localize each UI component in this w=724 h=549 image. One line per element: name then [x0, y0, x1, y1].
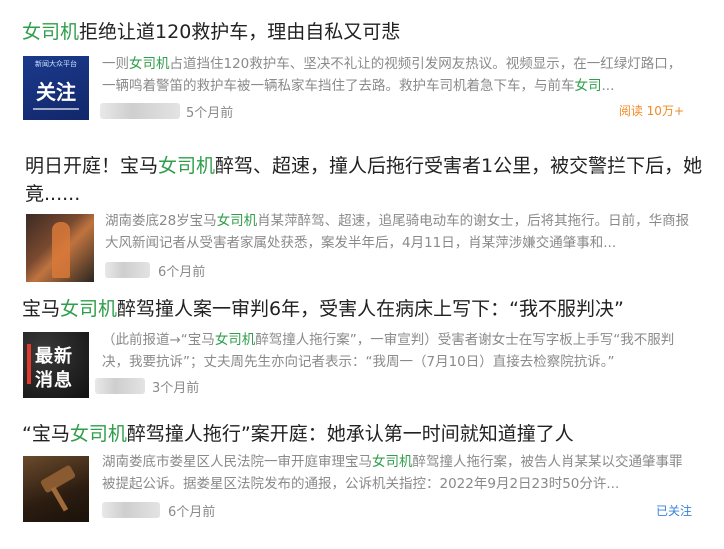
publish-time: 5个月前: [186, 106, 234, 121]
article-summary: （此前报道→“宝马女司机醉驾撞人拖行案”，一审宣判）受害者谢女士在写字板上手写“…: [102, 332, 675, 370]
article-title[interactable]: 明日开庭！宝马女司机醉驾、超速，撞人后拖行受害者1公里，被交警拦下后，她 竟..…: [25, 152, 705, 208]
article-thumbnail[interactable]: 最新 消息: [23, 332, 89, 398]
publish-time: 6个月前: [168, 505, 216, 520]
thumbnail-text: 最新: [35, 346, 73, 367]
gavel-handle: [50, 486, 69, 512]
read-count: 阅读 10万+: [618, 104, 684, 118]
person-figure: [52, 222, 70, 278]
publish-time: 6个月前: [158, 265, 206, 280]
article-card[interactable]: 女司机拒绝让道120救护车，理由自私又可悲 新闻大众平台 关注 一则女司机占道挡…: [0, 0, 724, 132]
followed-label[interactable]: 已关注: [656, 502, 692, 519]
article-summary: 湖南娄底市娄星区人民法院一审开庭审理宝马女司机醉驾撞人拖行案，被告人肖某某以交通…: [102, 454, 683, 492]
article-card[interactable]: “宝马女司机醉驾撞人拖行”案开庭：她承认第一时间就知道撞了人 湖南娄底市娄星区人…: [0, 418, 724, 549]
article-thumbnail[interactable]: [23, 456, 89, 522]
article-thumbnail[interactable]: 新闻大众平台 关注: [23, 56, 89, 120]
article-title[interactable]: 女司机拒绝让道120救护车，理由自私又可悲: [22, 18, 400, 46]
article-card[interactable]: 宝马女司机醉驾撞人案一审判6年，受害人在病床上写下：“我不服判决” 最新 消息 …: [0, 292, 724, 408]
thumbnail-underline: [33, 108, 79, 110]
article-summary: 一则女司机占道挡住120救护车、坚决不礼让的视频引发网友热议。视频显示，在一红绿…: [102, 56, 682, 94]
article-thumbnail[interactable]: [26, 214, 94, 282]
keyword-highlight: 女司机: [69, 423, 127, 445]
publish-time: 3个月前: [152, 381, 200, 396]
red-accent: [27, 344, 31, 384]
keyword-highlight: 女司机: [22, 21, 80, 43]
article-card[interactable]: 明日开庭！宝马女司机醉驾、超速，撞人后拖行受害者1公里，被交警拦下后，她 竟..…: [0, 142, 724, 292]
source-avatar-blurred: [102, 502, 160, 518]
keyword-highlight: 女司机: [60, 298, 118, 320]
thumbnail-text: 消息: [35, 370, 73, 391]
article-title[interactable]: “宝马女司机醉驾撞人拖行”案开庭：她承认第一时间就知道撞了人: [22, 420, 574, 448]
gavel-head: [39, 464, 77, 494]
article-title[interactable]: 宝马女司机醉驾撞人案一审判6年，受害人在病床上写下：“我不服判决”: [22, 295, 624, 323]
source-avatar-blurred: [105, 262, 150, 278]
article-summary: 湖南娄底28岁宝马女司机肖某萍醉驾、超速，追尾骑电动车的谢女士，后将其拖行。日前…: [105, 213, 690, 251]
keyword-highlight: 女司机: [158, 155, 216, 177]
thumbnail-caption: 新闻大众平台: [35, 60, 77, 68]
source-avatar-blurred: [95, 378, 145, 394]
thumbnail-text: 关注: [36, 80, 76, 104]
source-avatar-blurred: [100, 103, 180, 119]
